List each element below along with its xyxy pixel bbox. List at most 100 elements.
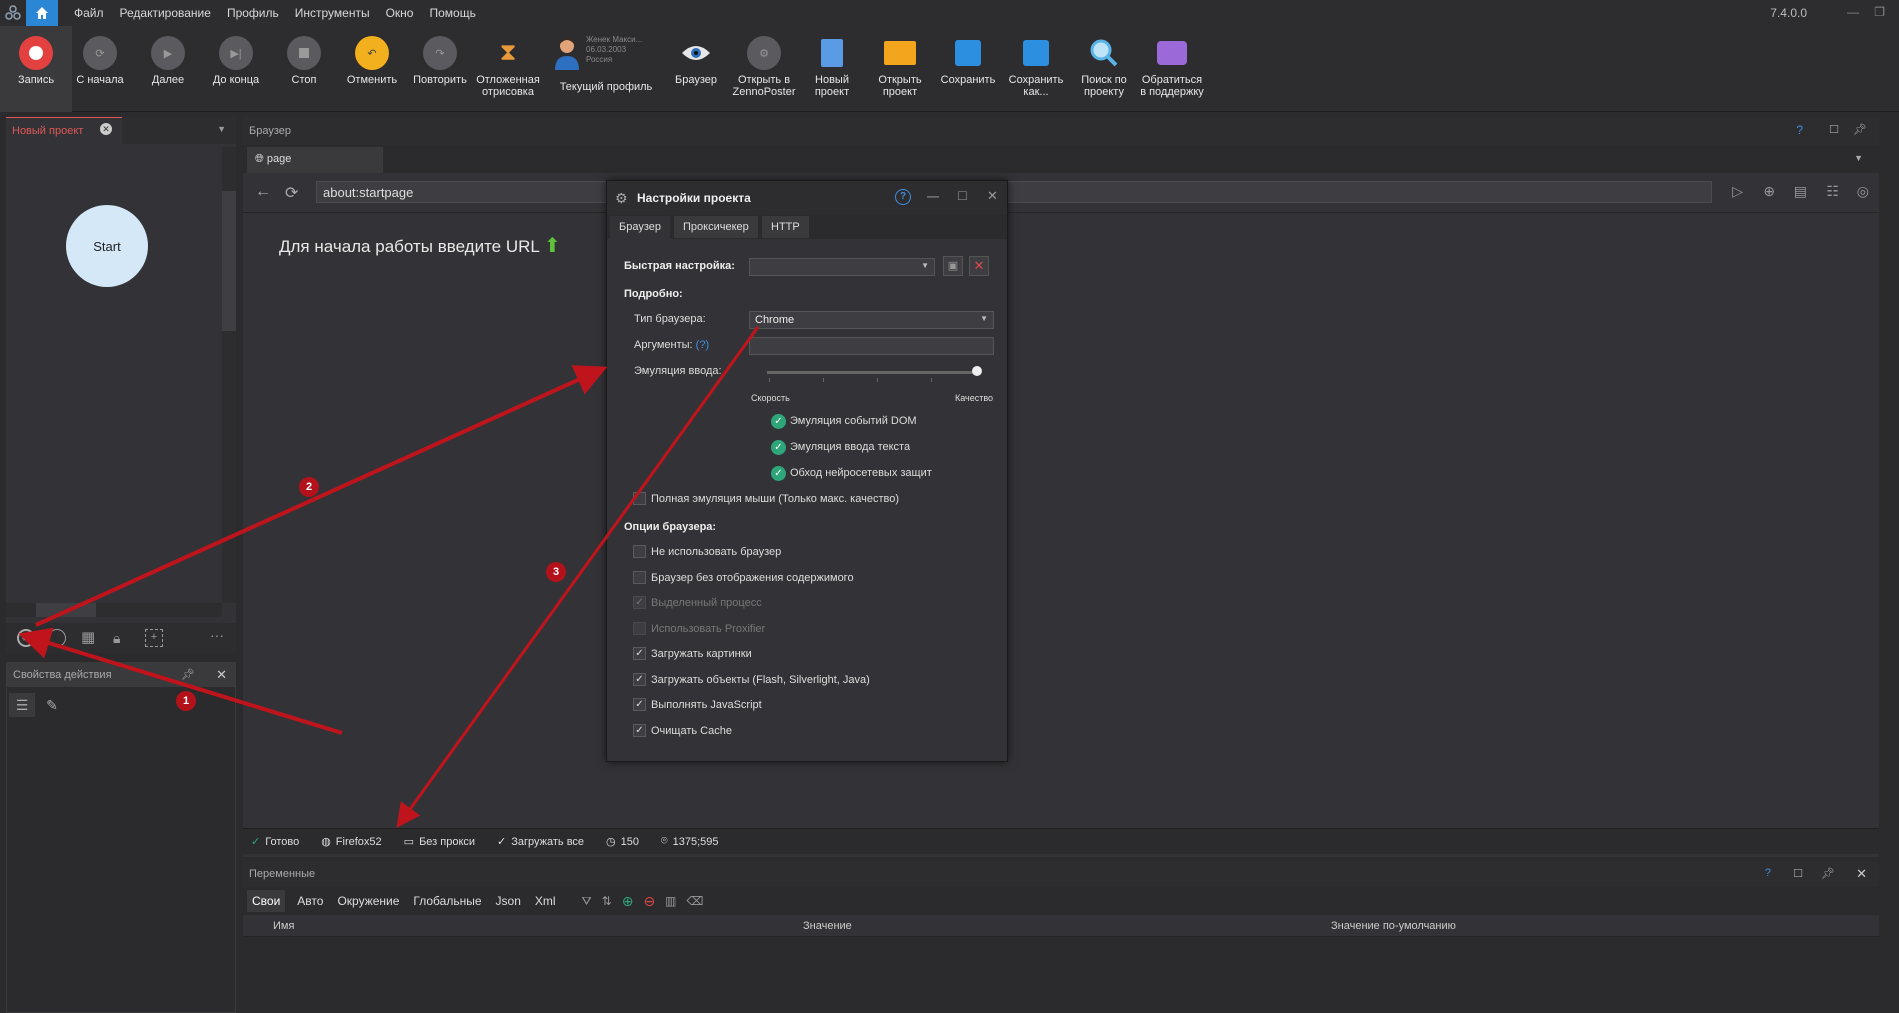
vertical-scroll-thumb[interactable] (222, 191, 236, 331)
user-circle-icon[interactable] (48, 629, 66, 647)
help-icon[interactable]: ? (1796, 123, 1803, 137)
quick-setup-select[interactable]: ▼ (749, 258, 935, 276)
document-icon[interactable]: ▤ (1794, 183, 1807, 200)
col-default[interactable]: Значение по-умолчанию (1331, 920, 1456, 932)
input-emulation-slider-thumb[interactable] (972, 366, 982, 376)
record-button[interactable]: Запись (0, 26, 72, 112)
browser-option-checkbox[interactable]: ✓ (633, 647, 646, 660)
status-engine[interactable]: ◍ Firefox52 (321, 835, 381, 849)
support-button[interactable]: Обратиться в поддержку (1136, 26, 1208, 112)
full-mouse-checkbox[interactable] (633, 492, 646, 505)
restore-window-button[interactable]: ❐ (1874, 5, 1885, 19)
status-timer[interactable]: ◷ 150 (606, 835, 639, 849)
settings-gear-icon[interactable]: ⚙ (17, 629, 35, 647)
to-end-button[interactable]: ▶| До конца (200, 26, 272, 112)
back-arrow-icon[interactable]: ← (255, 183, 271, 201)
pin-icon[interactable]: 📌︎ (1821, 867, 1835, 880)
maximize-icon[interactable]: ☐ (957, 189, 968, 203)
properties-edit-icon[interactable]: ✎ (39, 693, 65, 717)
tab-json[interactable]: Json (494, 890, 523, 912)
reload-icon[interactable]: ⟳ (285, 183, 298, 203)
play-icon[interactable]: ▷ (1732, 183, 1743, 200)
maximize-icon[interactable]: ☐ (1793, 867, 1803, 880)
deferred-render-button[interactable]: ⧗ Отложенная отрисовка (472, 26, 544, 112)
lock-icon[interactable]: 🔒︎ (113, 629, 131, 647)
delete-preset-button[interactable]: ✕ (969, 256, 989, 276)
undo-button[interactable]: ↶ Отменить (336, 26, 408, 112)
from-start-button[interactable]: ⟳ С начала (64, 26, 136, 112)
close-icon[interactable]: ✕ (216, 667, 227, 683)
tab-proxychecker[interactable]: Проксичекер (673, 215, 759, 239)
status-load[interactable]: ✓ Загружать все (497, 835, 584, 849)
new-project-button[interactable]: Новый проект (796, 26, 868, 112)
browser-button[interactable]: Браузер (660, 26, 732, 112)
open-in-zennoposter-button[interactable]: ⚙ Открыть в ZennoPoster (728, 26, 800, 112)
tab-http[interactable]: HTTP (761, 215, 810, 239)
filter-icon[interactable]: ⛛ (582, 894, 592, 909)
arguments-help-link[interactable]: (?) (696, 339, 709, 351)
database-icon[interactable]: ☷ (1826, 183, 1839, 200)
pin-icon[interactable]: 📌︎ (181, 668, 195, 681)
home-button[interactable] (26, 0, 58, 26)
menu-tools[interactable]: Инструменты (287, 6, 378, 20)
browser-option-checkbox[interactable]: ✓ (633, 698, 646, 711)
col-value[interactable]: Значение (803, 920, 852, 932)
tab-xml[interactable]: Xml (533, 890, 558, 912)
more-icon[interactable]: ··· (210, 627, 224, 643)
save-button[interactable]: Сохранить (932, 26, 1004, 112)
tab-environment[interactable]: Окружение (335, 890, 401, 912)
check-icon[interactable]: ✓ (771, 440, 786, 455)
grid-icon[interactable]: ▦ (81, 629, 99, 647)
col-name[interactable]: Имя (273, 920, 294, 932)
save-as-button[interactable]: Сохранить как... (1000, 26, 1072, 112)
sort-icon[interactable]: ⇅ (602, 894, 612, 908)
columns-icon[interactable]: ▥ (665, 894, 676, 908)
browser-option-checkbox[interactable]: ✓ (633, 723, 646, 737)
next-button[interactable]: ▶ Далее (132, 26, 204, 112)
tab-auto[interactable]: Авто (295, 890, 325, 912)
menu-edit[interactable]: Редактирование (112, 6, 219, 20)
tab-page[interactable]: 🌐︎ page (247, 147, 383, 173)
current-profile-button[interactable]: Женек Макси... 06.03.2003 Россия Текущий… (548, 26, 658, 112)
browser-option-checkbox[interactable] (633, 570, 646, 584)
help-icon[interactable]: ? (1765, 867, 1771, 879)
status-proxy[interactable]: ▭ Без прокси (404, 835, 475, 849)
chevron-down-icon[interactable]: ▼ (1854, 153, 1863, 163)
menu-profile[interactable]: Профиль (219, 6, 287, 20)
browser-option-checkbox[interactable] (633, 545, 646, 558)
pin-icon[interactable]: 📌︎ (1853, 123, 1867, 136)
check-icon[interactable]: ✓ (771, 466, 786, 481)
maximize-icon[interactable]: ☐ (1829, 123, 1839, 136)
stop-button[interactable]: Стоп (268, 26, 340, 112)
minimize-window-button[interactable]: — (1847, 5, 1859, 19)
cookie-icon[interactable]: ◎ (1857, 183, 1869, 200)
browser-option-checkbox[interactable]: ✓ (633, 672, 646, 686)
menu-window[interactable]: Окно (378, 6, 422, 20)
tab-global[interactable]: Глобальные (411, 890, 483, 912)
properties-list-icon[interactable]: ☰ (9, 693, 35, 717)
minimize-icon[interactable]: — (927, 189, 939, 203)
redo-button[interactable]: ↷ Повторить (404, 26, 476, 112)
search-project-button[interactable]: Поиск по проекту (1068, 26, 1140, 112)
start-node[interactable]: Start (66, 205, 148, 287)
close-icon[interactable]: ✕ (1856, 866, 1867, 882)
tab-own[interactable]: Свои (247, 890, 286, 912)
close-tab-icon[interactable]: ✕ (100, 123, 112, 135)
chevron-down-icon[interactable]: ▼ (217, 124, 226, 134)
horizontal-scroll-thumb[interactable] (36, 603, 96, 617)
tab-browser[interactable]: Браузер (609, 215, 671, 239)
url-input[interactable]: about:startpage (316, 181, 1712, 203)
menu-help[interactable]: Помощь (421, 6, 483, 20)
help-icon[interactable]: ? (895, 189, 911, 205)
browser-type-select[interactable]: Chrome ▼ (749, 311, 994, 329)
add-block-icon[interactable]: + (145, 629, 163, 647)
remove-variable-icon[interactable]: ⊖ (643, 893, 655, 910)
menu-file[interactable]: Файл (66, 6, 112, 20)
add-circle-icon[interactable]: ⊕ (1763, 183, 1775, 200)
save-preset-button[interactable]: ▣ (943, 256, 963, 276)
close-icon[interactable]: ✕ (987, 188, 998, 204)
add-variable-icon[interactable]: ⊕ (622, 893, 634, 910)
check-icon[interactable]: ✓ (771, 414, 786, 429)
open-project-button[interactable]: Открыть проект (864, 26, 936, 112)
input-emulation-slider-track[interactable] (767, 371, 977, 374)
